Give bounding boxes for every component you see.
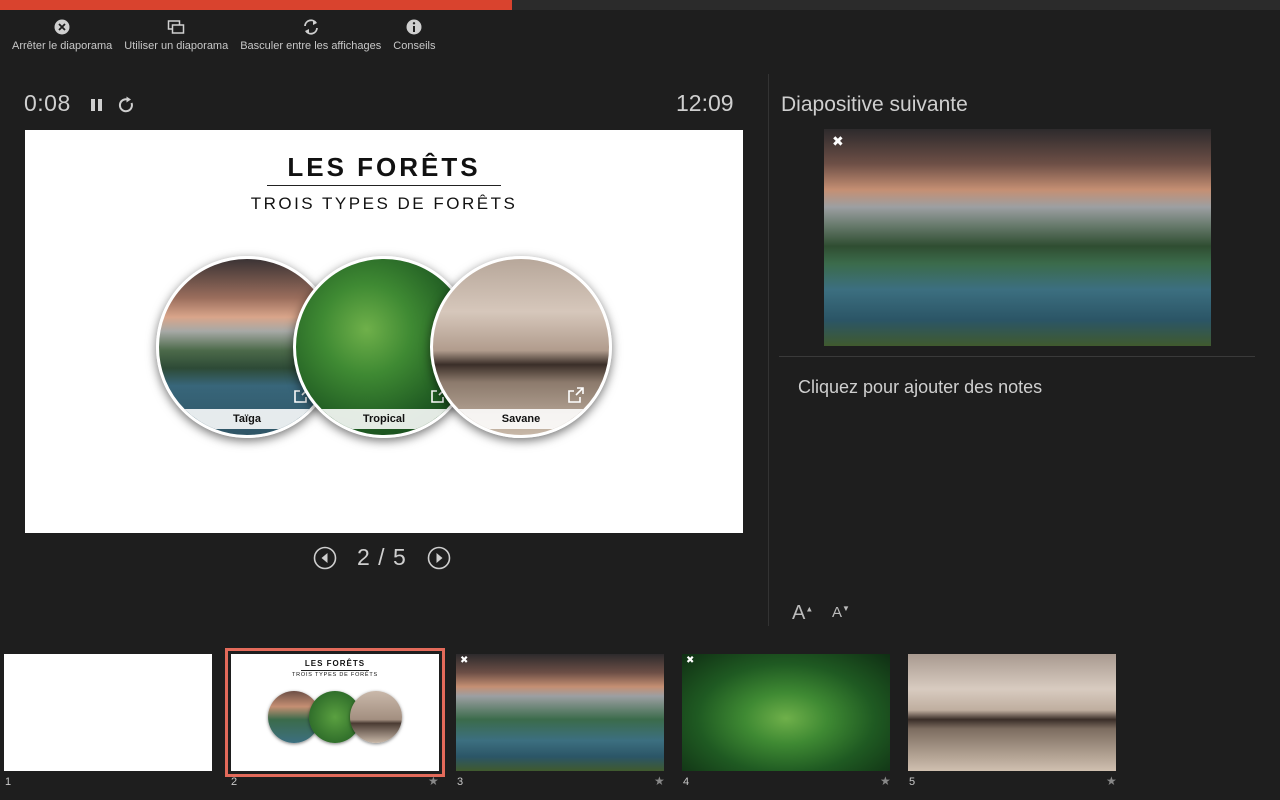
hidden-slide-mark: ✖ [460, 655, 469, 666]
caret-down-icon: ▼ [842, 604, 850, 613]
hidden-slide-mark: ✖ [832, 133, 844, 149]
slide-subtitle: TROIS TYPES DE FORÊTS [250, 194, 518, 213]
use-slideshow-label: Utiliser un diaporama [124, 40, 229, 52]
clock: 12:09 [676, 90, 734, 116]
swap-icon [303, 19, 318, 35]
slide-thumbnail-2[interactable]: LES FORÊTS TROIS TYPES DE FORÊTS [225, 648, 445, 777]
thumbnail-number: 2 [231, 776, 238, 788]
star-icon: ★ [880, 774, 891, 788]
previous-slide-icon[interactable] [313, 546, 337, 570]
thumbnail-rule [301, 670, 369, 671]
slide-thumbnail-3[interactable]: ✖ [456, 654, 664, 771]
next-slide-preview[interactable]: ✖ [824, 129, 1211, 346]
decrease-font-label: A [832, 604, 843, 621]
current-slide[interactable]: LES FORÊTS TROIS TYPES DE FORÊTS Taïga T… [25, 130, 743, 533]
slide-position: 2 / 5 [357, 544, 407, 570]
slide-title: LES FORÊTS [287, 152, 481, 182]
end-slideshow-button[interactable]: Arrêter le diaporama [12, 18, 112, 52]
presenter-toolbar: Arrêter le diaporama Utiliser un diapora… [12, 18, 435, 52]
swap-displays-button[interactable]: Basculer entre les affichages [240, 18, 381, 52]
slideshow-progress-fill [0, 0, 512, 10]
reset-timer-icon[interactable] [116, 95, 136, 115]
external-link-icon [568, 387, 584, 403]
thumbnail-subtitle: TROIS TYPES DE FORÊTS [291, 672, 379, 678]
thumbnail-number: 3 [457, 776, 464, 788]
slide-title-rule [267, 185, 501, 186]
thumbnail-circle-savanna [350, 691, 402, 743]
slide-thumbnail-5[interactable] [908, 654, 1116, 771]
star-icon: ★ [428, 774, 439, 788]
notes-field[interactable]: Cliquez pour ajouter des notes [798, 377, 1042, 398]
increase-font-button[interactable]: A▲ [792, 602, 813, 625]
star-icon: ★ [1106, 774, 1117, 788]
elapsed-timer: 0:08 [24, 90, 71, 116]
tips-label: Conseils [393, 40, 436, 52]
thumbnail-number: 1 [5, 776, 12, 788]
decrease-font-button[interactable]: A▼ [832, 604, 850, 621]
next-slide-icon[interactable] [427, 546, 451, 570]
increase-font-label: A [792, 602, 806, 624]
thumbnail-number: 4 [683, 776, 690, 788]
slide-navigation: 2 / 5 [313, 544, 451, 571]
next-slide-heading: Diapositive suivante [781, 93, 968, 116]
slideshow-progress-track [0, 0, 1280, 10]
circle-label-savanna: Savane [433, 409, 609, 429]
thumbnail-title: LES FORÊTS [304, 659, 366, 668]
pane-divider[interactable] [768, 74, 769, 626]
close-circle-icon [54, 19, 70, 35]
caret-up-icon: ▲ [805, 604, 814, 614]
info-icon [406, 19, 422, 35]
circle-savanna[interactable]: Savane [430, 256, 612, 438]
pause-icon[interactable] [88, 96, 106, 114]
thumbnail-number: 5 [909, 776, 916, 788]
slide-thumbnail-1[interactable] [4, 654, 212, 771]
hidden-slide-mark: ✖ [686, 655, 695, 666]
swap-displays-label: Basculer entre les affichages [240, 40, 382, 52]
notes-divider [779, 356, 1255, 357]
tips-button[interactable]: Conseils [393, 18, 435, 52]
screens-icon [168, 20, 185, 34]
star-icon: ★ [654, 774, 665, 788]
use-slideshow-button[interactable]: Utiliser un diaporama [124, 18, 228, 52]
slide-thumbnail-4[interactable]: ✖ [682, 654, 890, 771]
end-slideshow-label: Arrêter le diaporama [12, 40, 113, 52]
